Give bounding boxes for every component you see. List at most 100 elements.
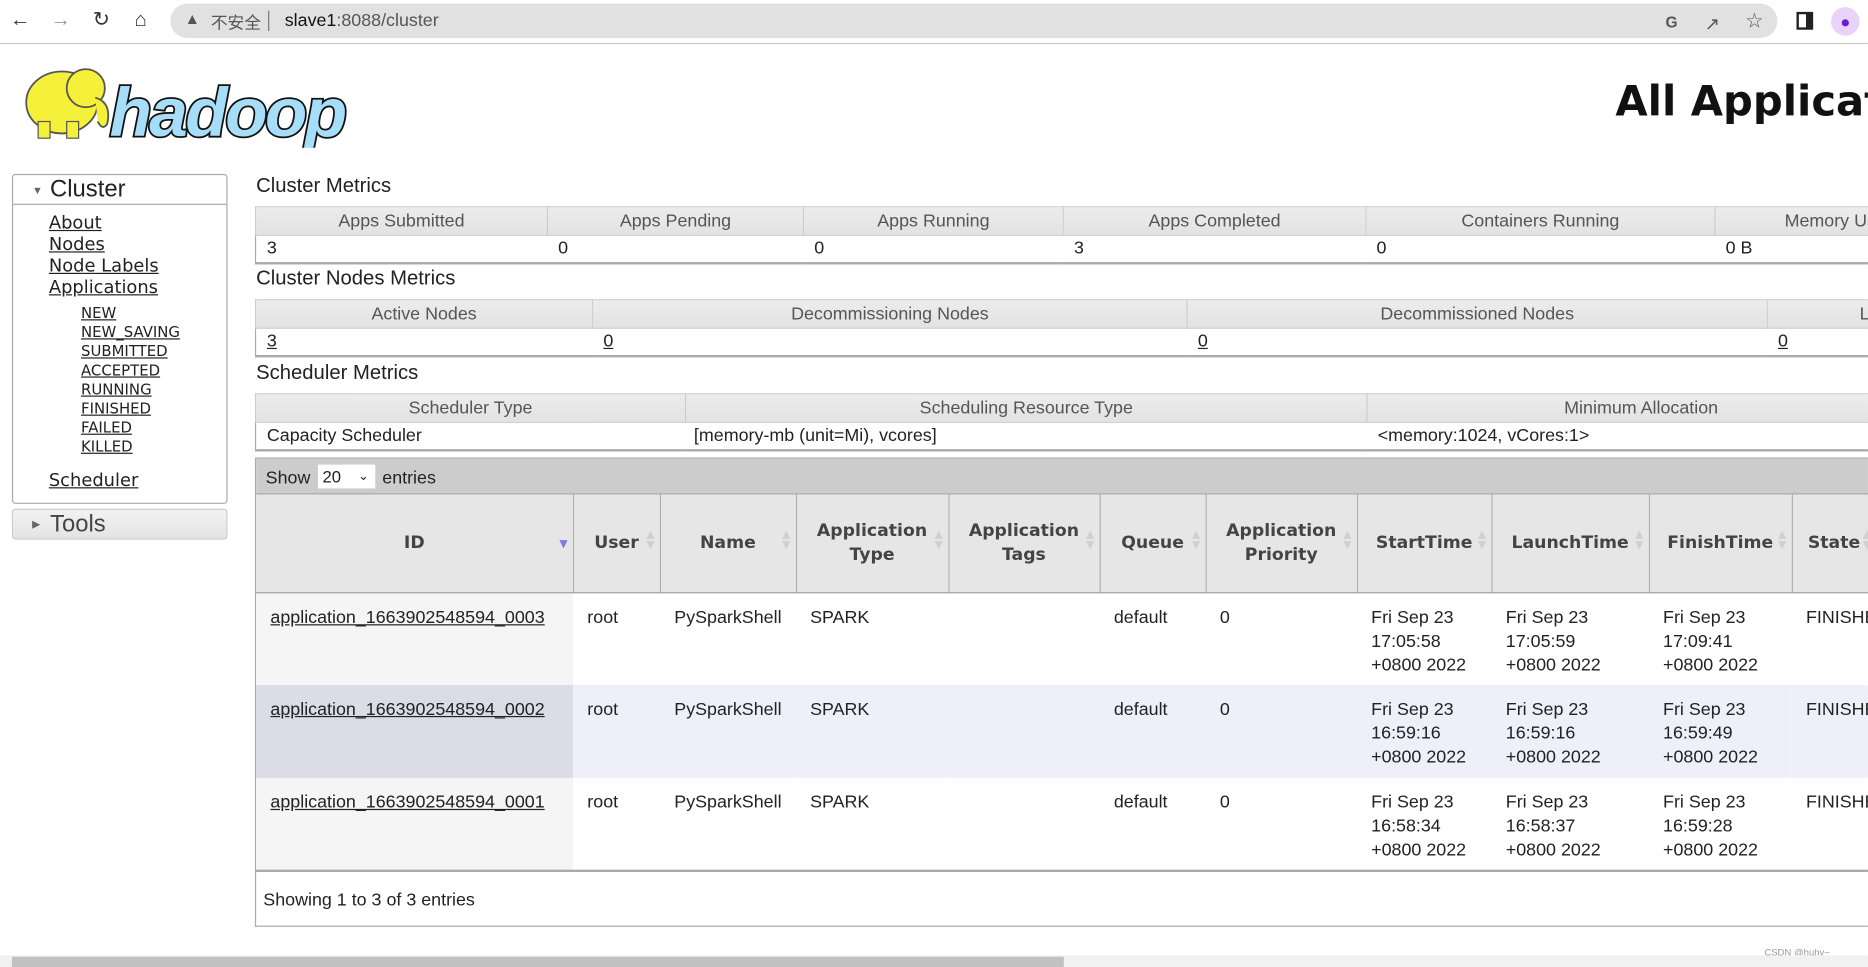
sort-both-icon[interactable]: ▲▼ — [1478, 530, 1486, 551]
column-header-application-type[interactable]: Application Type ▲ ▼ — [795, 494, 949, 593]
header-apps-pending: Apps Pending — [546, 206, 805, 236]
lost-nodes-link[interactable]: 0 — [1778, 331, 1788, 351]
share-icon[interactable]: ↗ — [1705, 13, 1720, 34]
column-label: Queue — [1121, 533, 1184, 553]
active-nodes-link[interactable]: 3 — [267, 331, 277, 351]
sidebar-tools-section[interactable]: ▶ Tools — [11, 508, 228, 540]
sidebar-link-running[interactable]: RUNNING — [81, 380, 152, 399]
back-icon[interactable]: ← — [7, 8, 33, 32]
column-label: ID — [403, 533, 425, 553]
sort-descending-icon[interactable]: ▼ — [559, 539, 567, 551]
sort-both-icon[interactable]: ▲▼ — [646, 530, 654, 551]
caret-down-icon: ▼ — [32, 184, 43, 197]
application-id-link[interactable]: application_1663902548594_0003 — [270, 607, 544, 627]
address-bar[interactable]: ▲ 不安全 slave1:8088/cluster G ↗ ☆ — [170, 3, 1778, 39]
sort-both-icon[interactable]: ▲▼ — [1635, 530, 1643, 551]
side-panel-icon[interactable] — [1796, 11, 1814, 30]
table-row: application_1663902548594_0002 root PySpar… — [256, 684, 1868, 778]
cell-state: FINISHED — [1791, 592, 1868, 685]
column-header-finishtime[interactable]: FinishTime ▲ ▼ — [1648, 494, 1793, 593]
column-header-user[interactable]: User ▲ ▼ — [573, 494, 661, 593]
sidebar-link-finished[interactable]: FINISHED — [81, 399, 151, 418]
horizontal-scrollbar[interactable] — [0, 955, 1868, 967]
column-header-id[interactable]: ID ▼ — [256, 494, 574, 593]
reload-icon[interactable]: ↻ — [88, 8, 114, 32]
scrollbar-thumb[interactable] — [11, 956, 1064, 967]
column-header-application-priority[interactable]: Application Priority ▲ ▼ — [1205, 494, 1358, 593]
sidebar-link-new-saving[interactable]: NEW_SAVING — [81, 323, 180, 342]
application-id-link[interactable]: application_1663902548594_0002 — [270, 699, 544, 719]
cell-queue: default — [1099, 777, 1206, 871]
home-icon[interactable]: ⌂ — [127, 8, 153, 32]
column-header-starttime[interactable]: StartTime ▲ ▼ — [1356, 494, 1493, 593]
hadoop-logo: hadoop — [25, 68, 349, 148]
cell-name: PySparkShell — [659, 777, 796, 871]
sidebar-link-new[interactable]: NEW — [81, 304, 116, 323]
sort-both-icon[interactable]: ▲▼ — [935, 530, 943, 551]
sidebar-link-node-labels[interactable]: Node Labels — [49, 255, 159, 276]
sidebar-link-killed[interactable]: KILLED — [81, 437, 133, 456]
cell-value: Fri Sep 23 16:59:28 +0800 2022 — [1663, 792, 1758, 861]
applications-table: ID ▼ User ▲ ▼ Name ▲ ▼ Application Type ▲ ▼ Applica… — [256, 494, 1868, 871]
sidebar-link-applications[interactable]: Applications — [49, 276, 158, 297]
sidebar-link-accepted[interactable]: ACCEPTED — [81, 361, 160, 380]
bookmark-star-icon[interactable]: ☆ — [1745, 10, 1763, 34]
cell-application-type: SPARK — [795, 777, 949, 871]
cell-value: default — [1113, 792, 1168, 813]
header-minimum-allocation: Minimum Allocation — [1366, 393, 1868, 423]
sidebar-link-about[interactable]: About — [49, 212, 102, 233]
cell-application-type: SPARK — [795, 684, 949, 778]
profile-avatar-icon[interactable]: ● — [1831, 7, 1860, 36]
cell-value: Fri Sep 23 17:09:41 +0800 2022 — [1663, 606, 1758, 675]
column-header-queue[interactable]: Queue ▲ ▼ — [1099, 494, 1207, 593]
column-header-state[interactable]: State▲▼ — [1791, 494, 1868, 593]
value-containers-running: 0 — [1365, 235, 1715, 264]
sort-both-icon[interactable]: ▲▼ — [1086, 530, 1094, 551]
datatable-toolbar: Show 20 ⌄ entries — [256, 458, 1868, 495]
sidebar-link-failed[interactable]: FAILED — [81, 418, 132, 437]
column-label: FinishTime — [1667, 533, 1774, 553]
cell-name: PySparkShell — [659, 592, 796, 685]
column-label: Application Priority — [1226, 521, 1337, 565]
header-apps-completed: Apps Completed — [1062, 206, 1367, 236]
value-minimum-allocation: <memory:1024, vCores:1> — [1367, 422, 1868, 451]
decommissioned-nodes-link[interactable]: 0 — [1198, 331, 1208, 351]
cell-application-priority: 0 — [1205, 684, 1357, 778]
sidebar-link-nodes[interactable]: Nodes — [49, 233, 105, 254]
cell-value: root — [587, 699, 619, 720]
page-length-select[interactable]: 20 ⌄ — [317, 464, 375, 489]
cell-user: root — [573, 592, 660, 685]
divider — [268, 10, 270, 31]
cell-value: default — [1113, 699, 1168, 720]
cluster-section-header[interactable]: ▼ Cluster — [13, 175, 227, 205]
sort-both-icon[interactable]: ▲▼ — [1192, 530, 1200, 551]
cell-launchtime: Fri Sep 23 16:59:16 +0800 2022 — [1491, 684, 1649, 778]
cell-launchtime: Fri Sep 23 16:58:37 +0800 2022 — [1491, 777, 1649, 871]
value-apps-running: 0 — [803, 235, 1064, 264]
sort-both-icon[interactable]: ▲▼ — [1343, 530, 1351, 551]
table-row: application_1663902548594_0003 root PySpar… — [256, 592, 1868, 685]
cell-value: PySparkShell — [674, 606, 782, 628]
cell-application-tags — [948, 592, 1100, 685]
column-header-name[interactable]: Name ▲ ▼ — [659, 494, 797, 593]
cell-value: Fri Sep 23 16:58:37 +0800 2022 — [1505, 792, 1601, 861]
cell-value: SPARK — [810, 606, 870, 628]
sidebar-link-submitted[interactable]: SUBMITTED — [81, 342, 168, 361]
sidebar-link-scheduler[interactable]: Scheduler — [49, 469, 138, 490]
column-header-launchtime[interactable]: LaunchTime ▲ ▼ — [1491, 494, 1650, 593]
translate-icon[interactable]: G — [1665, 13, 1677, 31]
sort-both-icon[interactable]: ▲▼ — [1778, 530, 1786, 551]
sort-both-icon[interactable]: ▲▼ — [782, 530, 790, 551]
cell-user: root — [573, 684, 660, 778]
cell-value: 0 — [1219, 792, 1230, 813]
url-text[interactable]: slave1:8088/cluster — [285, 11, 439, 31]
application-id-link[interactable]: application_1663902548594_0001 — [270, 792, 544, 812]
sort-both-icon[interactable]: ▲▼ — [1863, 530, 1868, 551]
page-length-control: Show 20 ⌄ entries — [266, 464, 436, 491]
header-decommissioning-nodes: Decommissioning Nodes — [592, 299, 1188, 329]
decommissioning-nodes-link[interactable]: 0 — [603, 331, 613, 351]
cell-user: root — [573, 777, 660, 871]
column-header-application-tags[interactable]: Application Tags ▲ ▼ — [948, 494, 1101, 593]
forward-icon[interactable]: → — [48, 8, 74, 32]
cell-finishtime: Fri Sep 23 16:59:28 +0800 2022 — [1648, 777, 1792, 871]
